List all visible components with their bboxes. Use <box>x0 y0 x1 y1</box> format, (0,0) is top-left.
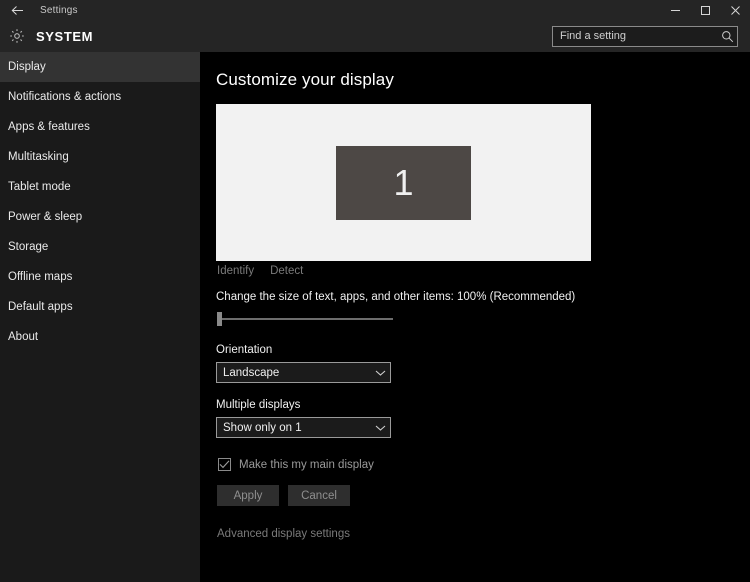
sidebar-item-default-apps[interactable]: Default apps <box>0 292 200 322</box>
sidebar-item-label: Power & sleep <box>8 211 83 223</box>
sidebar-item-label: Notifications & actions <box>8 91 122 103</box>
content-pane: Customize your display 1 Identify Detect… <box>200 52 750 582</box>
sidebar-item-label: Multitasking <box>8 151 69 163</box>
scale-slider-track <box>217 318 393 320</box>
sidebar-item-label: About <box>8 331 39 343</box>
sidebar-item-label: Display <box>8 61 46 73</box>
identify-link[interactable]: Identify <box>217 265 254 277</box>
sidebar-item-label: Offline maps <box>8 271 73 283</box>
chevron-down-icon[interactable] <box>370 369 390 377</box>
orientation-dropdown[interactable]: Landscape <box>216 362 391 383</box>
search-icon[interactable] <box>717 30 737 43</box>
back-arrow-icon[interactable] <box>0 0 34 20</box>
chevron-down-icon[interactable] <box>370 424 390 432</box>
display-actions: Identify Detect <box>217 265 750 277</box>
orientation-field: Orientation Landscape <box>216 344 750 383</box>
detect-link[interactable]: Detect <box>270 265 303 277</box>
sidebar-item-offline-maps[interactable]: Offline maps <box>0 262 200 292</box>
sidebar-item-apps-and-features[interactable]: Apps & features <box>0 112 200 142</box>
settings-window: Settings SYSTEM Find a setting Display N… <box>0 0 750 582</box>
orientation-value: Landscape <box>223 366 280 379</box>
sidebar-item-about[interactable]: About <box>0 322 200 352</box>
sidebar-item-label: Apps & features <box>8 121 90 133</box>
sidebar: Display Notifications & actions Apps & f… <box>0 52 200 582</box>
scale-label: Change the size of text, apps, and other… <box>216 291 576 303</box>
page-section-title: SYSTEM <box>36 28 94 44</box>
search-input[interactable] <box>553 26 717 46</box>
multiple-displays-dropdown[interactable]: Show only on 1 <box>216 417 391 438</box>
scale-slider-thumb[interactable] <box>217 312 222 326</box>
body: Display Notifications & actions Apps & f… <box>0 52 750 582</box>
main-display-checkbox-label: Make this my main display <box>239 458 374 471</box>
window-controls <box>660 0 750 20</box>
multiple-displays-value: Show only on 1 <box>223 421 302 434</box>
sidebar-item-tablet-mode[interactable]: Tablet mode <box>0 172 200 202</box>
sidebar-item-label: Tablet mode <box>8 181 71 193</box>
app-header: SYSTEM <box>0 20 750 52</box>
main-display-checkbox-row[interactable]: Make this my main display <box>218 458 750 471</box>
page-title: Customize your display <box>216 70 394 89</box>
sidebar-item-multitasking[interactable]: Multitasking <box>0 142 200 172</box>
sidebar-item-notifications-and-actions[interactable]: Notifications & actions <box>0 82 200 112</box>
multiple-displays-field: Multiple displays Show only on 1 <box>216 399 750 438</box>
advanced-display-settings-link[interactable]: Advanced display settings <box>217 528 750 540</box>
minimize-button[interactable] <box>660 0 690 20</box>
cancel-button[interactable]: Cancel <box>288 485 350 506</box>
multiple-displays-label: Multiple displays <box>216 399 301 411</box>
sidebar-item-label: Storage <box>8 241 49 253</box>
close-button[interactable] <box>720 0 750 20</box>
maximize-button[interactable] <box>690 0 720 20</box>
search-box[interactable] <box>552 25 738 47</box>
scale-slider[interactable] <box>217 312 393 326</box>
gear-icon <box>0 28 34 44</box>
title-bar: Settings <box>0 0 750 20</box>
action-buttons: Apply Cancel <box>217 485 750 506</box>
apply-button[interactable]: Apply <box>217 485 279 506</box>
sidebar-item-power-and-sleep[interactable]: Power & sleep <box>0 202 200 232</box>
orientation-label: Orientation <box>216 344 273 356</box>
sidebar-item-display[interactable]: Display <box>0 52 200 82</box>
sidebar-item-label: Default apps <box>8 301 73 313</box>
sidebar-item-storage[interactable]: Storage <box>0 232 200 262</box>
main-display-checkbox[interactable] <box>218 458 231 471</box>
monitor-tile-1[interactable]: 1 <box>336 146 471 220</box>
window-title: Settings <box>40 4 78 16</box>
monitor-number-label: 1 <box>393 162 414 203</box>
display-preview-panel[interactable]: 1 <box>216 104 591 261</box>
